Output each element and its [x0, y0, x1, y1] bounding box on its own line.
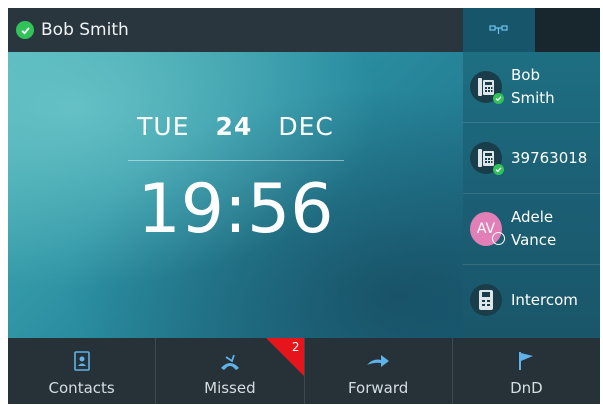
registered-badge-icon: [493, 164, 504, 175]
registered-badge-icon: [493, 93, 504, 104]
desk-phone-icon: [470, 71, 504, 104]
line-key-adele-vance[interactable]: AV Adele Vance: [463, 194, 600, 265]
line-key-label: 39763018: [511, 148, 588, 167]
forward-softkey[interactable]: Forward: [305, 338, 453, 404]
softkey-bar: Contacts 2 Missed Forward DnD: [8, 338, 600, 404]
missed-count: 2: [291, 340, 300, 354]
line-key-label: Bob Smith: [511, 66, 555, 107]
phone-screen: Bob Smith TUE 24 DEC 19:56 Bob Smith 397…: [8, 8, 600, 404]
date-display: TUE 24 DEC: [8, 112, 463, 141]
line-key-intercom[interactable]: Intercom: [463, 265, 600, 335]
line-key-bob-smith[interactable]: Bob Smith: [463, 52, 600, 123]
idle-wallpaper: TUE 24 DEC 19:56: [8, 52, 463, 338]
softkey-label: Contacts: [48, 379, 115, 397]
status-bar: Bob Smith: [8, 8, 463, 52]
away-clock-icon: [492, 232, 505, 245]
weekday: TUE: [137, 112, 190, 141]
softkey-label: Missed: [204, 379, 256, 397]
contacts-softkey[interactable]: Contacts: [8, 338, 157, 404]
desk-phone-icon: [470, 142, 504, 175]
contacts-icon: [73, 348, 91, 374]
softkey-label: Forward: [347, 379, 409, 397]
account-name: Bob Smith: [41, 20, 129, 40]
missed-call-icon: [218, 348, 242, 374]
network-indicator[interactable]: [463, 8, 535, 52]
forward-icon: [365, 348, 391, 374]
intercom-phone-icon: [470, 284, 502, 316]
date-divider: [128, 160, 344, 161]
line-key-panel: Bob Smith 39763018 AV Adele Vance Interc…: [463, 52, 600, 338]
dnd-flag-icon: [516, 348, 536, 374]
line-key-39763018[interactable]: 39763018: [463, 123, 600, 194]
softkey-label: DnD: [510, 379, 543, 397]
line-key-label: Adele Vance: [511, 208, 557, 249]
dnd-softkey[interactable]: DnD: [453, 338, 600, 404]
registered-check-icon: [16, 21, 34, 39]
day-of-month: 24: [215, 112, 253, 141]
topbar-spacer: [535, 8, 600, 52]
line-key-label: Intercom: [511, 290, 578, 309]
missed-softkey[interactable]: 2 Missed: [156, 338, 305, 404]
network-icon: [489, 25, 508, 34]
contact-avatar: AV: [470, 212, 505, 246]
month: DEC: [278, 112, 334, 141]
clock-time: 19:56: [137, 170, 334, 249]
